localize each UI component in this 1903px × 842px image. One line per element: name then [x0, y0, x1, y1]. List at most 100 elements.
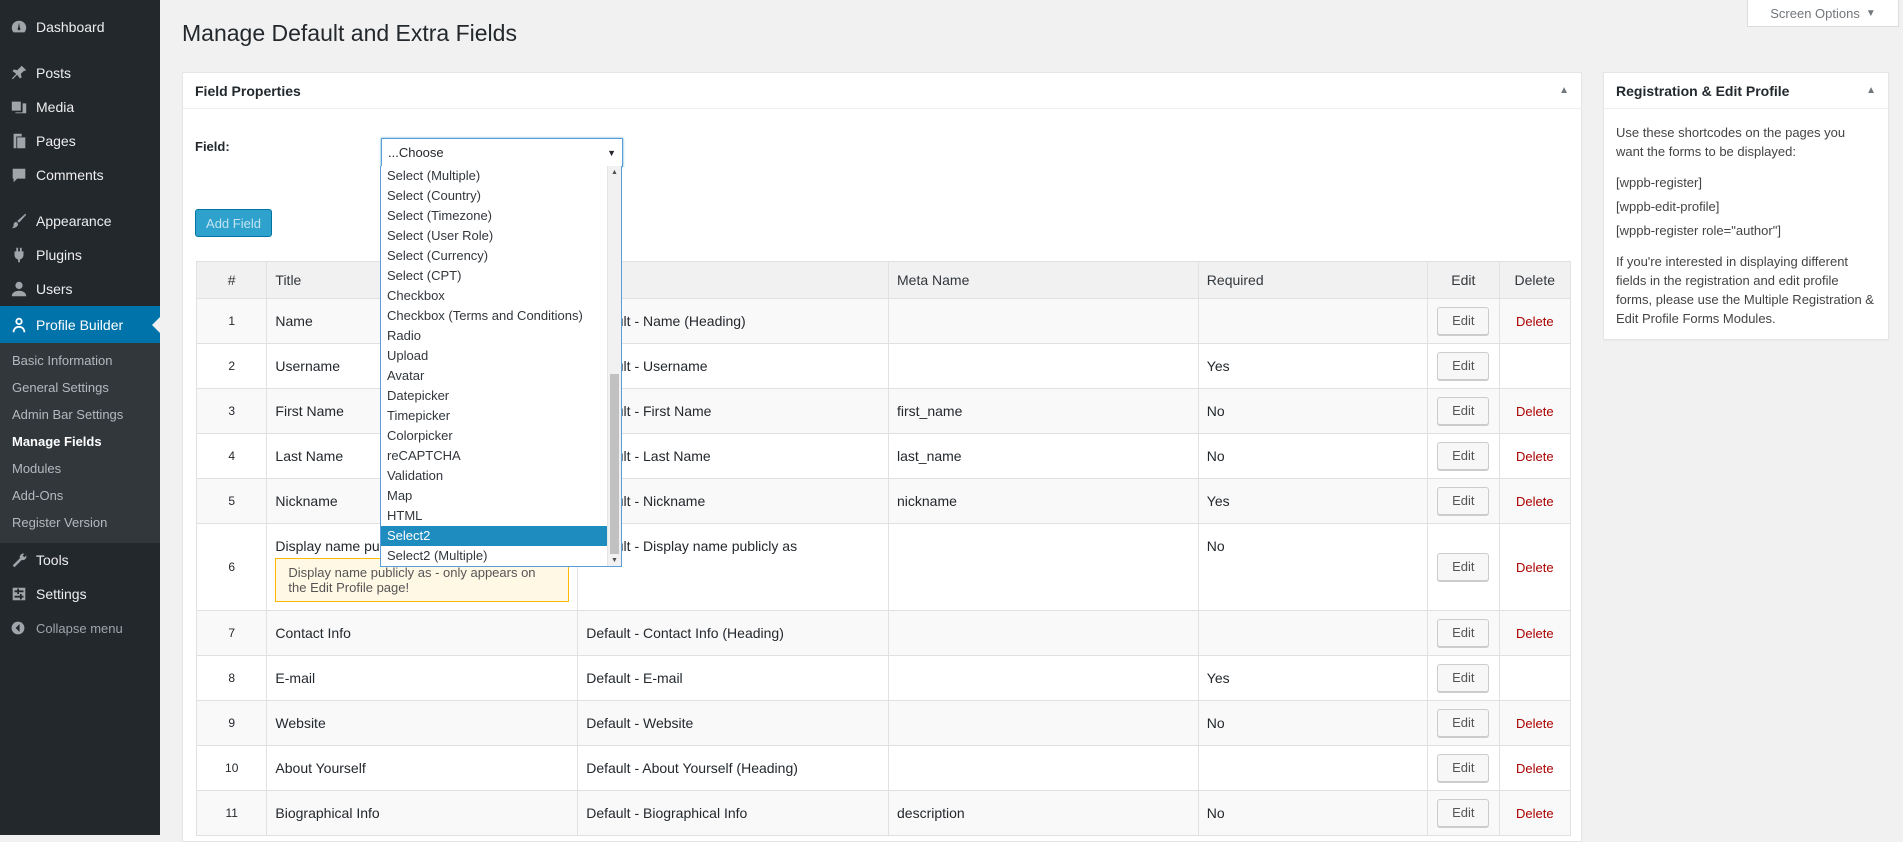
menu-tools[interactable]: Tools [0, 543, 160, 577]
table-row[interactable]: 10 About Yourself Default - About Yourse… [195, 745, 1572, 791]
dropdown-option[interactable]: Select (CPT) [381, 266, 607, 286]
dropdown-option[interactable]: Validation [381, 466, 607, 486]
cell-meta-name [888, 343, 1199, 389]
menu-media[interactable]: Media [0, 90, 160, 124]
cell-edit: Edit [1427, 433, 1500, 479]
screen-options-button[interactable]: Screen Options ▼ [1747, 0, 1899, 27]
menu-profile-builder[interactable]: Profile Builder [0, 306, 160, 343]
delete-link[interactable]: Delete [1516, 626, 1554, 641]
sliders-icon [0, 585, 36, 603]
table-row[interactable]: 9 Website Default - Website No Edit Dele… [195, 700, 1572, 746]
submenu-general-settings[interactable]: General Settings [12, 380, 109, 395]
delete-link[interactable]: Delete [1516, 716, 1554, 731]
edit-button[interactable]: Edit [1437, 397, 1490, 425]
cell-required [1197, 745, 1429, 791]
edit-button[interactable]: Edit [1437, 352, 1490, 380]
edit-button[interactable]: Edit [1437, 307, 1490, 335]
cell-required: Yes [1197, 343, 1429, 389]
screen-options-label: Screen Options [1770, 5, 1860, 21]
table-row[interactable]: 7 Contact Info Default - Contact Info (H… [195, 610, 1572, 656]
cell-edit: Edit [1427, 655, 1500, 701]
menu-appearance[interactable]: Appearance [0, 204, 160, 238]
cell-edit: Edit [1427, 523, 1500, 611]
registration-box-body: Use these shortcodes on the pages you wa… [1604, 109, 1888, 354]
menu-dashboard[interactable]: Dashboard [0, 10, 160, 44]
cell-edit: Edit [1427, 745, 1500, 791]
collapse-menu-button[interactable]: Collapse menu [0, 613, 160, 643]
scrollbar-thumb[interactable] [610, 374, 619, 554]
cell-num: 4 [195, 433, 268, 479]
dropdown-scrollbar[interactable]: ▲ ▼ [607, 166, 621, 566]
toggle-up-icon[interactable]: ▲ [1866, 85, 1876, 96]
edit-button[interactable]: Edit [1437, 487, 1490, 515]
edit-button[interactable]: Edit [1437, 799, 1490, 827]
dropdown-option[interactable]: Upload [381, 346, 607, 366]
dropdown-option[interactable]: Select (Currency) [381, 246, 607, 266]
dropdown-option[interactable]: Colorpicker [381, 426, 607, 446]
dropdown-option[interactable]: HTML [381, 506, 607, 526]
delete-link[interactable]: Delete [1516, 494, 1554, 509]
cell-delete: Delete [1498, 790, 1572, 836]
scroll-down-icon[interactable]: ▼ [611, 557, 618, 564]
dropdown-option[interactable]: Select2 (Multiple) [381, 546, 607, 566]
menu-posts[interactable]: Posts [0, 56, 160, 90]
col-header-required: Required [1197, 261, 1429, 299]
edit-button[interactable]: Edit [1437, 442, 1490, 470]
comment-icon [0, 166, 36, 184]
dropdown-option[interactable]: Map [381, 486, 607, 506]
dropdown-option[interactable]: Timepicker [381, 406, 607, 426]
field-type-select[interactable]: ...Choose ▼ [381, 138, 623, 167]
dropdown-option[interactable]: Select (Multiple) [381, 166, 607, 186]
menu-users[interactable]: Users [0, 272, 160, 306]
dropdown-option[interactable]: Radio [381, 326, 607, 346]
delete-link[interactable]: Delete [1516, 761, 1554, 776]
submenu-modules[interactable]: Modules [12, 461, 61, 476]
cell-title: Biographical Info [266, 790, 579, 836]
cell-delete: Delete [1498, 478, 1572, 524]
dropdown-option[interactable]: reCAPTCHA [381, 446, 607, 466]
field-type-dropdown-list[interactable]: Select (Multiple) Select (Country) Select … [380, 166, 622, 567]
dropdown-option[interactable]: Avatar [381, 366, 607, 386]
add-field-button[interactable]: Add Field [195, 209, 272, 237]
col-header-delete: Delete [1498, 261, 1572, 299]
submenu-admin-bar-settings[interactable]: Admin Bar Settings [12, 407, 123, 422]
cell-delete: Delete [1498, 298, 1572, 344]
cell-type: Default - About Yourself (Heading) [577, 745, 889, 791]
menu-plugins[interactable]: Plugins [0, 238, 160, 272]
delete-link[interactable]: Delete [1516, 806, 1554, 821]
delete-link[interactable]: Delete [1516, 560, 1554, 575]
table-row[interactable]: 8 E-mail Default - E-mail Yes Edit [195, 655, 1572, 701]
submenu-add-ons[interactable]: Add-Ons [12, 488, 63, 503]
delete-link[interactable]: Delete [1516, 314, 1554, 329]
submenu-register-version[interactable]: Register Version [12, 515, 107, 530]
registration-box-title: Registration & Edit Profile [1616, 82, 1790, 99]
edit-button[interactable]: Edit [1437, 664, 1490, 692]
submenu-basic-information[interactable]: Basic Information [12, 353, 112, 368]
dropdown-option[interactable]: Checkbox [381, 286, 607, 306]
menu-comments[interactable]: Comments [0, 158, 160, 192]
dropdown-option[interactable]: Select (Country) [381, 186, 607, 206]
dropdown-option[interactable]: Select2 [381, 526, 607, 546]
delete-link[interactable]: Delete [1516, 449, 1554, 464]
scroll-up-icon[interactable]: ▲ [611, 169, 618, 176]
edit-button[interactable]: Edit [1437, 553, 1490, 581]
submenu-manage-fields[interactable]: Manage Fields [12, 434, 102, 449]
registration-box-header[interactable]: Registration & Edit Profile ▲ [1604, 73, 1888, 109]
dropdown-option[interactable]: Select (User Role) [381, 226, 607, 246]
delete-link[interactable]: Delete [1516, 404, 1554, 419]
dropdown-option[interactable]: Datepicker [381, 386, 607, 406]
menu-label: Dashboard [36, 19, 105, 35]
shortcode-edit-profile: [wppb-edit-profile] [1616, 199, 1720, 214]
toggle-up-icon[interactable]: ▲ [1559, 85, 1569, 96]
dropdown-option[interactable]: Select (Timezone) [381, 206, 607, 226]
menu-pages[interactable]: Pages [0, 124, 160, 158]
dropdown-option[interactable]: Checkbox (Terms and Conditions) [381, 306, 607, 326]
field-properties-header[interactable]: Field Properties ▲ [183, 73, 1581, 109]
menu-settings[interactable]: Settings [0, 577, 160, 611]
edit-button[interactable]: Edit [1437, 754, 1490, 782]
edit-button[interactable]: Edit [1437, 619, 1490, 647]
cell-num: 8 [195, 655, 268, 701]
edit-button[interactable]: Edit [1437, 709, 1490, 737]
table-row[interactable]: 11 Biographical Info Default - Biographi… [195, 790, 1572, 836]
dropdown-options: Select (Multiple) Select (Country) Select … [381, 166, 621, 566]
